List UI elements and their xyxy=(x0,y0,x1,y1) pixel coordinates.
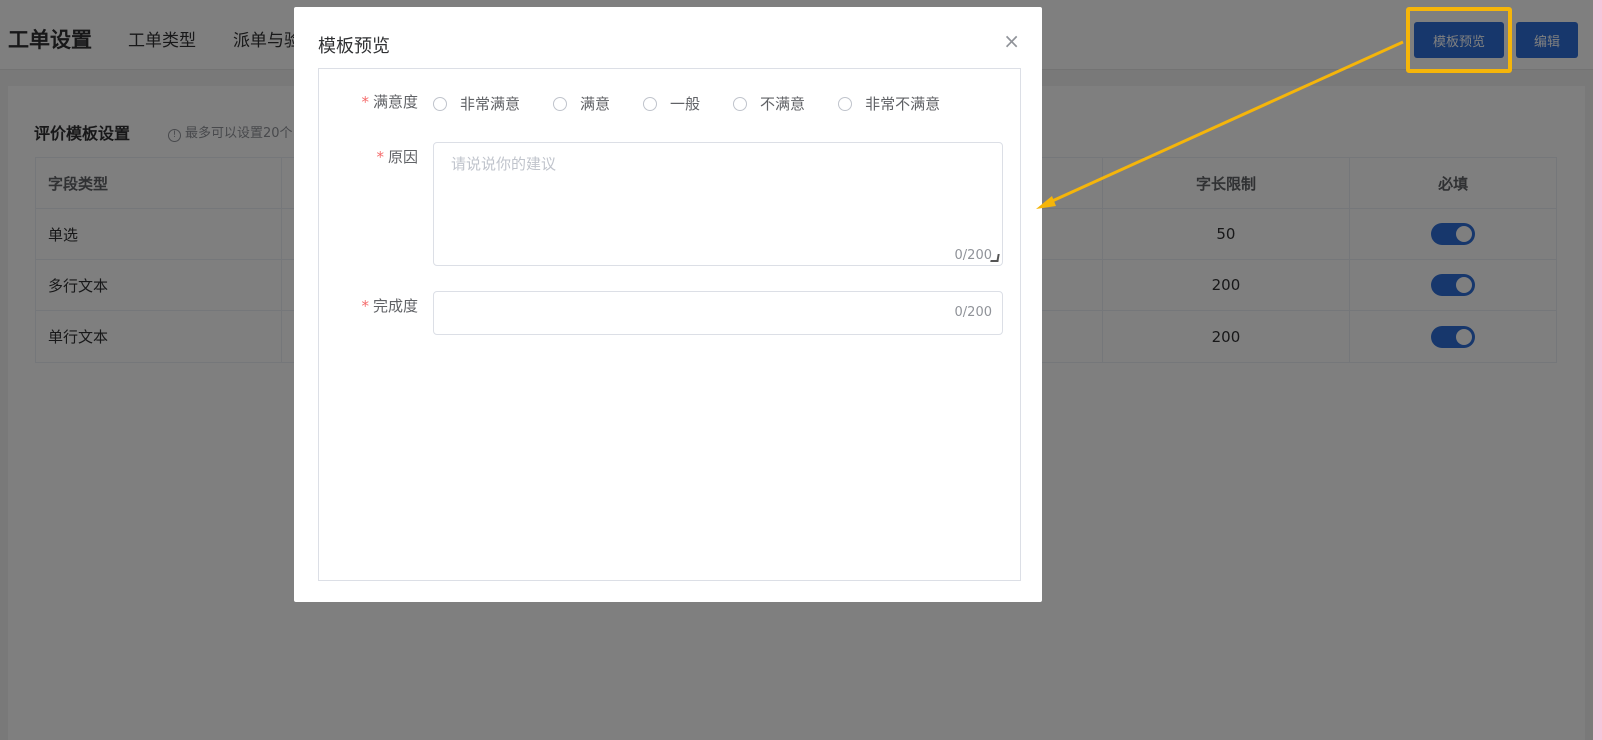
required-mark: * xyxy=(361,297,369,315)
reason-textarea[interactable]: 请说说你的建议 0/200 xyxy=(433,142,1003,266)
radio-circle-icon[interactable] xyxy=(643,96,658,111)
radio-option-label: 不满意 xyxy=(760,95,806,113)
resize-handle-icon[interactable] xyxy=(990,254,1000,262)
radio-circle-icon[interactable] xyxy=(733,96,748,111)
radio-option[interactable]: 不满意 xyxy=(733,93,805,114)
reason-label: * 原因 xyxy=(376,146,418,167)
radio-option[interactable]: 非常满意 xyxy=(433,93,520,114)
dialog-title: 模板预览 xyxy=(318,36,390,57)
dialog-form: * 满意度 非常满意 满意 一般 不满意 非常不满意 * 原因 请说说你的建议 0/… xyxy=(318,68,1021,581)
completion-char-counter: 0/200 xyxy=(954,305,992,320)
close-icon[interactable]: × xyxy=(1003,29,1020,53)
completion-label-text: 完成度 xyxy=(372,297,418,315)
radio-option[interactable]: 非常不满意 xyxy=(838,93,940,114)
radio-option-label: 一般 xyxy=(670,95,701,113)
required-mark: * xyxy=(376,148,384,166)
radio-option-label: 非常满意 xyxy=(460,95,521,113)
radio-option-label: 满意 xyxy=(580,95,611,113)
radio-circle-icon[interactable] xyxy=(433,96,447,111)
radio-option-label: 非常不满意 xyxy=(865,95,941,113)
satisfaction-row: * 满意度 非常满意 满意 一般 不满意 非常不满意 xyxy=(319,91,1022,115)
highlight-annotation-box xyxy=(1406,7,1512,73)
radio-option[interactable]: 满意 xyxy=(553,93,610,114)
right-edge-strip xyxy=(1593,0,1602,740)
radio-circle-icon[interactable] xyxy=(838,96,853,111)
reason-placeholder: 请说说你的建议 xyxy=(451,155,557,173)
satisfaction-radio-group: 非常满意 满意 一般 不满意 非常不满意 xyxy=(433,93,973,114)
template-preview-dialog: 模板预览 × * 满意度 非常满意 满意 一般 不满意 非常不满意 * 原因 请说说… xyxy=(294,7,1042,602)
radio-circle-icon[interactable] xyxy=(553,96,568,111)
radio-option[interactable]: 一般 xyxy=(643,93,700,114)
reason-char-counter: 0/200 xyxy=(954,248,992,263)
completion-label: * 完成度 xyxy=(361,295,418,316)
satisfaction-label: * 满意度 xyxy=(361,91,418,112)
satisfaction-label-text: 满意度 xyxy=(372,93,418,111)
reason-row: * 原因 请说说你的建议 0/200 xyxy=(319,142,1022,266)
completion-input[interactable]: 0/200 xyxy=(433,291,1003,335)
reason-label-text: 原因 xyxy=(387,148,418,166)
required-mark: * xyxy=(361,93,369,111)
completion-row: * 完成度 0/200 xyxy=(319,291,1022,335)
